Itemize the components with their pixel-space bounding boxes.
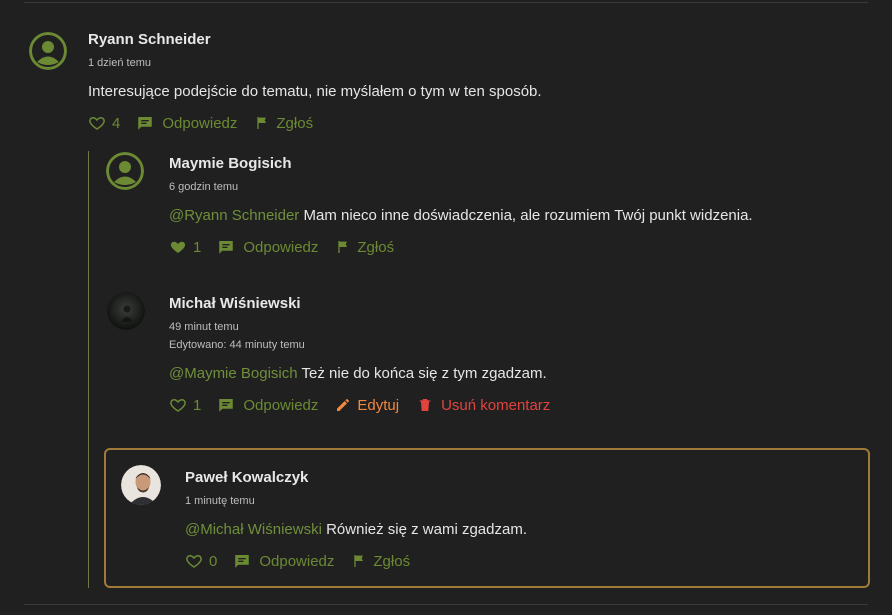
comment-actions: 1 Odpowiedz Edytuj Usuń komentarz	[169, 396, 550, 414]
flag-icon	[338, 241, 348, 253]
reply-thread-line	[88, 151, 89, 588]
pencil-icon	[337, 399, 350, 411]
comment-actions: 1 Odpowiedz Zgłoś	[169, 238, 394, 256]
reply-label: Odpowiedz	[243, 396, 319, 414]
like-button[interactable]: 4	[88, 114, 120, 132]
comment-timestamp: 1 minutę temu	[185, 495, 255, 507]
heart-outline-icon	[170, 398, 186, 412]
report-button[interactable]: Zgłoś	[351, 553, 410, 570]
delete-label: Usuń komentarz	[441, 396, 551, 414]
bottom-divider	[24, 604, 868, 605]
report-label: Zgłoś	[276, 114, 314, 132]
author-name[interactable]: Michał Wiśniewski	[169, 295, 301, 312]
user-avatar-photo[interactable]	[107, 292, 145, 330]
flag-icon	[354, 555, 364, 567]
reply-label: Odpowiedz	[243, 238, 319, 256]
comment-icon	[219, 399, 234, 412]
author-name[interactable]: Ryann Schneider	[88, 31, 211, 48]
like-count: 4	[112, 114, 121, 132]
comment-icon	[138, 117, 153, 130]
comment-actions: 4 Odpowiedz Zgłoś	[88, 114, 313, 132]
like-count: 1	[193, 238, 202, 256]
user-avatar-photo[interactable]	[121, 465, 161, 505]
reply-button[interactable]: Odpowiedz	[217, 238, 318, 256]
trash-icon	[419, 399, 431, 411]
report-label: Zgłoś	[357, 238, 395, 256]
mention-link[interactable]: @Maymie Bogisich	[169, 365, 298, 382]
heart-outline-icon	[89, 116, 105, 130]
comment-actions: 0 Odpowiedz Zgłoś	[185, 552, 410, 570]
reply-button[interactable]: Odpowiedz	[217, 396, 318, 414]
reply-label: Odpowiedz	[162, 114, 238, 132]
report-button[interactable]: Zgłoś	[335, 239, 394, 256]
edit-button[interactable]: Edytuj	[335, 397, 399, 414]
report-button[interactable]: Zgłoś	[254, 115, 313, 132]
comment-text-body: Też nie do końca się z tym zgadzam.	[297, 365, 547, 382]
like-button[interactable]: 1	[169, 396, 201, 414]
comment-timestamp: 6 godzin temu	[169, 181, 239, 193]
default-avatar-icon[interactable]	[29, 32, 67, 70]
flag-icon	[257, 117, 267, 129]
comment-timestamp: 49 minut temu	[169, 321, 239, 333]
comment-text-body: Również się z wami zgadzam.	[321, 521, 527, 538]
like-count: 1	[193, 396, 202, 414]
reply-label: Odpowiedz	[259, 552, 335, 570]
comment-text: @Maymie Bogisich Też nie do końca się z …	[169, 365, 547, 382]
mention-link[interactable]: @Michał Wiśniewski	[185, 521, 322, 538]
author-name[interactable]: Maymie Bogisich	[169, 155, 292, 172]
default-avatar-icon[interactable]	[106, 152, 144, 190]
edited-timestamp: Edytowano: 44 minuty temu	[169, 339, 305, 351]
comment-text: Interesujące podejście do tematu, nie my…	[88, 83, 542, 100]
report-label: Zgłoś	[373, 552, 411, 570]
author-name[interactable]: Paweł Kowalczyk	[185, 469, 308, 486]
like-button[interactable]: 1	[169, 238, 201, 256]
delete-comment-button[interactable]: Usuń komentarz	[417, 397, 550, 414]
comment-text-body: Mam nieco inne doświadczenia, ale rozumi…	[299, 207, 753, 224]
heart-filled-icon	[170, 241, 186, 253]
heart-outline-icon	[186, 554, 202, 568]
reply-button[interactable]: Odpowiedz	[233, 552, 334, 570]
comment-text: @Michał Wiśniewski Również się z wami zg…	[185, 521, 527, 538]
comment-timestamp: 1 dzień temu	[88, 57, 151, 69]
comment-icon	[219, 241, 234, 254]
edit-label: Edytuj	[357, 396, 400, 414]
top-divider	[24, 2, 868, 3]
mention-link[interactable]: @Ryann Schneider	[169, 207, 299, 224]
comment-icon	[235, 555, 250, 568]
like-button[interactable]: 0	[185, 552, 217, 570]
comment-text: @Ryann Schneider Mam nieco inne doświadc…	[169, 207, 753, 224]
reply-button[interactable]: Odpowiedz	[136, 114, 237, 132]
like-count: 0	[209, 552, 218, 570]
